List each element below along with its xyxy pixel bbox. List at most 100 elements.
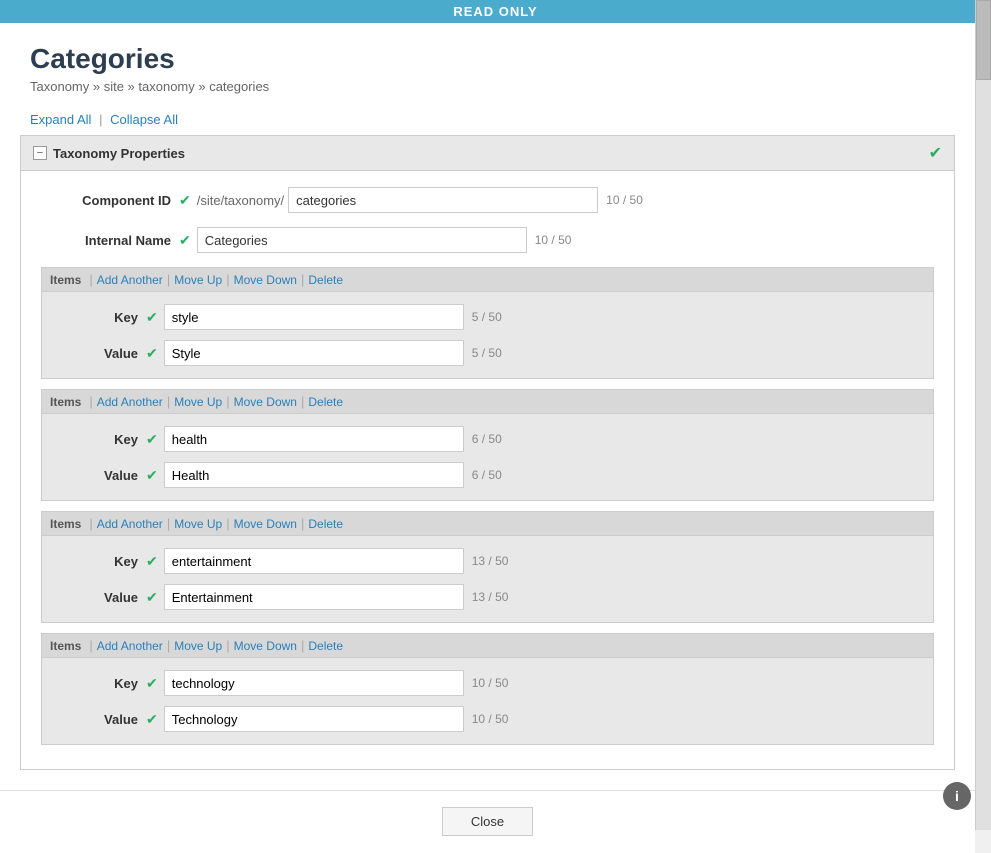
- panel-header: − Taxonomy Properties ✔: [21, 136, 954, 171]
- value-label-3: Value: [58, 590, 138, 605]
- key-char-count-4: 10 / 50: [472, 676, 509, 690]
- breadcrumb: Taxonomy » site » taxonomy » categories: [30, 79, 945, 94]
- key-row-3: Key ✔ 13 / 50: [58, 548, 917, 574]
- move-down-link-4[interactable]: Move Down: [234, 639, 297, 653]
- items-body-3: Key ✔ 13 / 50 Value ✔ 13 / 50: [42, 536, 933, 622]
- expand-collapse-toolbar: Expand All | Collapse All: [0, 104, 975, 135]
- key-char-count-1: 5 / 50: [472, 310, 502, 324]
- value-row-1: Value ✔ 5 / 50: [58, 340, 917, 366]
- key-label-1: Key: [58, 310, 138, 325]
- move-up-link-4[interactable]: Move Up: [174, 639, 222, 653]
- items-label-1: Items: [50, 273, 81, 287]
- toolbar-separator: |: [99, 112, 102, 127]
- key-label-2: Key: [58, 432, 138, 447]
- value-row-4: Value ✔ 10 / 50: [58, 706, 917, 732]
- items-toolbar-1: Items | Add Another | Move Up | Move Dow…: [42, 268, 933, 292]
- key-label-4: Key: [58, 676, 138, 691]
- items-container: Items | Add Another | Move Up | Move Dow…: [41, 267, 934, 745]
- scrollbar-track[interactable]: [975, 0, 991, 830]
- close-button[interactable]: Close: [442, 807, 533, 836]
- taxonomy-properties-panel: − Taxonomy Properties ✔ Component ID ✔ /…: [20, 135, 955, 770]
- value-check-icon-2: ✔: [146, 467, 158, 484]
- value-input-3[interactable]: [164, 584, 464, 610]
- key-row-2: Key ✔ 6 / 50: [58, 426, 917, 452]
- main-content: Categories Taxonomy » site » taxonomy » …: [0, 23, 975, 853]
- info-icon: i: [955, 788, 959, 804]
- delete-link-2[interactable]: Delete: [308, 395, 343, 409]
- key-label-3: Key: [58, 554, 138, 569]
- panel-title: Taxonomy Properties: [53, 146, 185, 161]
- delete-link-3[interactable]: Delete: [308, 517, 343, 531]
- key-char-count-2: 6 / 50: [472, 432, 502, 446]
- move-up-link-3[interactable]: Move Up: [174, 517, 222, 531]
- expand-all-link[interactable]: Expand All: [30, 112, 91, 127]
- add-another-link-4[interactable]: Add Another: [97, 639, 163, 653]
- key-input-4[interactable]: [164, 670, 464, 696]
- read-only-bar: READ ONLY: [0, 0, 991, 23]
- component-id-label: Component ID: [41, 193, 171, 208]
- value-label-4: Value: [58, 712, 138, 727]
- move-down-link-3[interactable]: Move Down: [234, 517, 297, 531]
- value-row-2: Value ✔ 6 / 50: [58, 462, 917, 488]
- component-id-check-icon: ✔: [179, 192, 191, 209]
- key-check-icon-3: ✔: [146, 553, 158, 570]
- collapse-icon[interactable]: −: [33, 146, 47, 160]
- collapse-all-link[interactable]: Collapse All: [110, 112, 178, 127]
- value-label-2: Value: [58, 468, 138, 483]
- key-input-3[interactable]: [164, 548, 464, 574]
- key-check-icon-4: ✔: [146, 675, 158, 692]
- key-input-2[interactable]: [164, 426, 464, 452]
- component-id-row: Component ID ✔ /site/taxonomy/ 10 / 50: [41, 187, 934, 213]
- value-row-3: Value ✔ 13 / 50: [58, 584, 917, 610]
- delete-link-4[interactable]: Delete: [308, 639, 343, 653]
- component-id-char-count: 10 / 50: [606, 193, 643, 207]
- add-another-link-1[interactable]: Add Another: [97, 273, 163, 287]
- key-row-4: Key ✔ 10 / 50: [58, 670, 917, 696]
- move-down-link-1[interactable]: Move Down: [234, 273, 297, 287]
- move-up-link-1[interactable]: Move Up: [174, 273, 222, 287]
- items-label-3: Items: [50, 517, 81, 531]
- value-input-4[interactable]: [164, 706, 464, 732]
- page-title: Categories: [30, 43, 945, 75]
- move-up-link-2[interactable]: Move Up: [174, 395, 222, 409]
- value-check-icon-3: ✔: [146, 589, 158, 606]
- value-input-1[interactable]: [164, 340, 464, 366]
- internal-name-row: Internal Name ✔ 10 / 50: [41, 227, 934, 253]
- internal-name-char-count: 10 / 50: [535, 233, 572, 247]
- key-char-count-3: 13 / 50: [472, 554, 509, 568]
- items-body-4: Key ✔ 10 / 50 Value ✔ 10 / 50: [42, 658, 933, 744]
- scrollbar-thumb[interactable]: [976, 0, 991, 80]
- panel-body: Component ID ✔ /site/taxonomy/ 10 / 50 I…: [21, 171, 954, 769]
- add-another-link-3[interactable]: Add Another: [97, 517, 163, 531]
- key-check-icon-1: ✔: [146, 309, 158, 326]
- items-block-2: Items | Add Another | Move Up | Move Dow…: [41, 389, 934, 501]
- panel-valid-icon: ✔: [929, 143, 942, 163]
- value-char-count-3: 13 / 50: [472, 590, 509, 604]
- key-input-1[interactable]: [164, 304, 464, 330]
- items-toolbar-2: Items | Add Another | Move Up | Move Dow…: [42, 390, 933, 414]
- items-block-4: Items | Add Another | Move Up | Move Dow…: [41, 633, 934, 745]
- items-label-2: Items: [50, 395, 81, 409]
- add-another-link-2[interactable]: Add Another: [97, 395, 163, 409]
- value-input-2[interactable]: [164, 462, 464, 488]
- component-id-prefix: /site/taxonomy/: [197, 193, 284, 208]
- internal-name-label: Internal Name: [41, 233, 171, 248]
- internal-name-input[interactable]: [197, 227, 527, 253]
- key-row-1: Key ✔ 5 / 50: [58, 304, 917, 330]
- value-check-icon-1: ✔: [146, 345, 158, 362]
- move-down-link-2[interactable]: Move Down: [234, 395, 297, 409]
- value-label-1: Value: [58, 346, 138, 361]
- items-body-2: Key ✔ 6 / 50 Value ✔ 6 / 50: [42, 414, 933, 500]
- items-toolbar-3: Items | Add Another | Move Up | Move Dow…: [42, 512, 933, 536]
- internal-name-check-icon: ✔: [179, 232, 191, 249]
- panel-header-left: − Taxonomy Properties: [33, 146, 185, 161]
- key-check-icon-2: ✔: [146, 431, 158, 448]
- value-char-count-4: 10 / 50: [472, 712, 509, 726]
- items-label-4: Items: [50, 639, 81, 653]
- delete-link-1[interactable]: Delete: [308, 273, 343, 287]
- value-char-count-1: 5 / 50: [472, 346, 502, 360]
- info-icon-button[interactable]: i: [943, 782, 971, 810]
- value-char-count-2: 6 / 50: [472, 468, 502, 482]
- value-check-icon-4: ✔: [146, 711, 158, 728]
- component-id-input[interactable]: [288, 187, 598, 213]
